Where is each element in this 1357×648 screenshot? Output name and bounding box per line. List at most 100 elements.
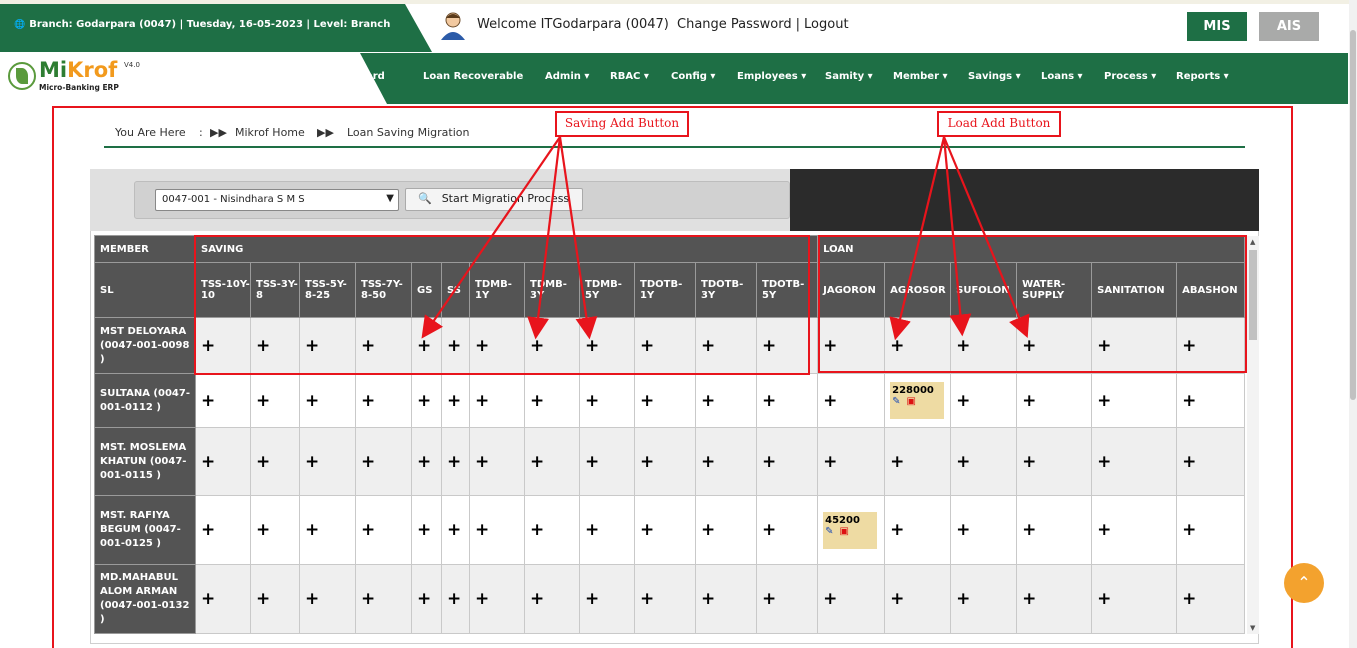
add-loan-button[interactable]: + (890, 452, 904, 472)
add-saving-button[interactable]: + (201, 589, 215, 609)
add-saving-button[interactable]: + (701, 589, 715, 609)
add-saving-button[interactable]: + (640, 391, 654, 411)
add-saving-button[interactable]: + (447, 452, 461, 472)
add-loan-button[interactable]: + (1022, 391, 1036, 411)
add-loan-button[interactable]: + (956, 520, 970, 540)
add-loan-button[interactable]: + (890, 589, 904, 609)
edit-icon[interactable]: ✎ (892, 396, 900, 407)
add-saving-button[interactable]: + (417, 391, 431, 411)
nav-item-loans[interactable]: Loans ▾ (1041, 71, 1083, 82)
add-saving-button[interactable]: + (201, 391, 215, 411)
add-saving-button[interactable]: + (447, 391, 461, 411)
mis-button[interactable]: MIS (1187, 12, 1247, 41)
add-saving-button[interactable]: + (640, 589, 654, 609)
nav-item-process[interactable]: Process ▾ (1104, 71, 1156, 82)
page-scrollbar[interactable] (1349, 0, 1357, 648)
add-saving-button[interactable]: + (701, 391, 715, 411)
add-saving-button[interactable]: + (762, 589, 776, 609)
add-saving-button[interactable]: + (256, 589, 270, 609)
add-saving-button[interactable]: + (701, 520, 715, 540)
ais-button[interactable]: AIS (1259, 12, 1319, 41)
add-saving-button[interactable]: + (585, 391, 599, 411)
nav-item-member[interactable]: Member ▾ (893, 71, 948, 82)
breadcrumb-home[interactable]: Mikrof Home (235, 126, 305, 139)
add-saving-button[interactable]: + (475, 520, 489, 540)
add-saving-button[interactable]: + (530, 391, 544, 411)
add-loan-button[interactable]: + (1097, 520, 1111, 540)
add-loan-button[interactable]: + (1097, 452, 1111, 472)
add-loan-button[interactable]: + (1022, 589, 1036, 609)
delete-icon[interactable]: ▣ (840, 526, 849, 537)
add-saving-button[interactable]: + (447, 589, 461, 609)
nav-item-loan-recoverable[interactable]: Loan Recoverable (423, 71, 523, 82)
add-loan-button[interactable]: + (956, 452, 970, 472)
add-loan-button[interactable]: + (1022, 520, 1036, 540)
add-saving-button[interactable]: + (762, 520, 776, 540)
add-saving-button[interactable]: + (417, 452, 431, 472)
nav-item-rbac[interactable]: RBAC ▾ (610, 71, 649, 82)
add-saving-button[interactable]: + (305, 391, 319, 411)
add-saving-button[interactable]: + (530, 520, 544, 540)
add-saving-button[interactable]: + (475, 391, 489, 411)
add-saving-button[interactable]: + (256, 391, 270, 411)
nav-item-ard[interactable]: ard (366, 71, 385, 82)
samity-select[interactable]: 0047-001 - Nisindhara S M S ▼ (155, 189, 399, 211)
add-loan-button[interactable]: + (1182, 452, 1196, 472)
add-loan-button[interactable]: + (1182, 589, 1196, 609)
add-loan-button[interactable]: + (1022, 452, 1036, 472)
add-saving-button[interactable]: + (762, 391, 776, 411)
add-saving-button[interactable]: + (585, 452, 599, 472)
add-saving-button[interactable]: + (417, 520, 431, 540)
change-password-link[interactable]: Change Password (677, 17, 792, 32)
delete-icon[interactable]: ▣ (907, 396, 916, 407)
nav-item-reports[interactable]: Reports ▾ (1176, 71, 1229, 82)
start-migration-button[interactable]: 🔍 Start Migration Process (405, 188, 583, 211)
edit-icon[interactable]: ✎ (825, 526, 833, 537)
add-saving-button[interactable]: + (305, 452, 319, 472)
scroll-to-top-button[interactable]: ⌃ (1284, 563, 1324, 603)
add-loan-button[interactable]: + (823, 391, 837, 411)
add-saving-button[interactable]: + (701, 452, 715, 472)
add-saving-button[interactable]: + (305, 589, 319, 609)
add-saving-button[interactable]: + (447, 520, 461, 540)
nav-item-savings[interactable]: Savings ▾ (968, 71, 1021, 82)
add-loan-button[interactable]: + (1182, 520, 1196, 540)
table-scroll-thumb[interactable] (1249, 250, 1257, 340)
add-saving-button[interactable]: + (640, 452, 654, 472)
add-loan-button[interactable]: + (823, 452, 837, 472)
add-loan-button[interactable]: + (956, 391, 970, 411)
add-loan-button[interactable]: + (1097, 391, 1111, 411)
add-loan-button[interactable]: + (890, 520, 904, 540)
scroll-up-icon[interactable]: ▲ (1250, 238, 1255, 246)
page-scroll-thumb[interactable] (1350, 30, 1356, 400)
nav-item-admin[interactable]: Admin ▾ (545, 71, 589, 82)
add-saving-button[interactable]: + (361, 391, 375, 411)
add-saving-button[interactable]: + (530, 589, 544, 609)
table-scrollbar[interactable]: ▲ ▼ (1247, 236, 1259, 634)
logout-link[interactable]: Logout (804, 17, 849, 32)
add-loan-button[interactable]: + (823, 589, 837, 609)
add-loan-button[interactable]: + (956, 589, 970, 609)
mikrof-logo[interactable]: MiKrof V4.0 Micro-Banking ERP (8, 58, 148, 96)
nav-item-samity[interactable]: Samity ▾ (825, 71, 873, 82)
nav-item-config[interactable]: Config ▾ (671, 71, 715, 82)
add-saving-button[interactable]: + (530, 452, 544, 472)
add-loan-button[interactable]: + (1182, 391, 1196, 411)
add-saving-button[interactable]: + (762, 452, 776, 472)
add-saving-button[interactable]: + (417, 589, 431, 609)
add-saving-button[interactable]: + (585, 589, 599, 609)
nav-item-employees[interactable]: Employees ▾ (737, 71, 806, 82)
add-saving-button[interactable]: + (475, 589, 489, 609)
add-saving-button[interactable]: + (361, 589, 375, 609)
add-saving-button[interactable]: + (361, 452, 375, 472)
add-saving-button[interactable]: + (475, 452, 489, 472)
add-saving-button[interactable]: + (361, 520, 375, 540)
scroll-down-icon[interactable]: ▼ (1250, 624, 1255, 632)
add-saving-button[interactable]: + (305, 520, 319, 540)
add-saving-button[interactable]: + (256, 520, 270, 540)
add-saving-button[interactable]: + (201, 520, 215, 540)
add-saving-button[interactable]: + (201, 452, 215, 472)
add-saving-button[interactable]: + (256, 452, 270, 472)
add-saving-button[interactable]: + (640, 520, 654, 540)
add-saving-button[interactable]: + (585, 520, 599, 540)
